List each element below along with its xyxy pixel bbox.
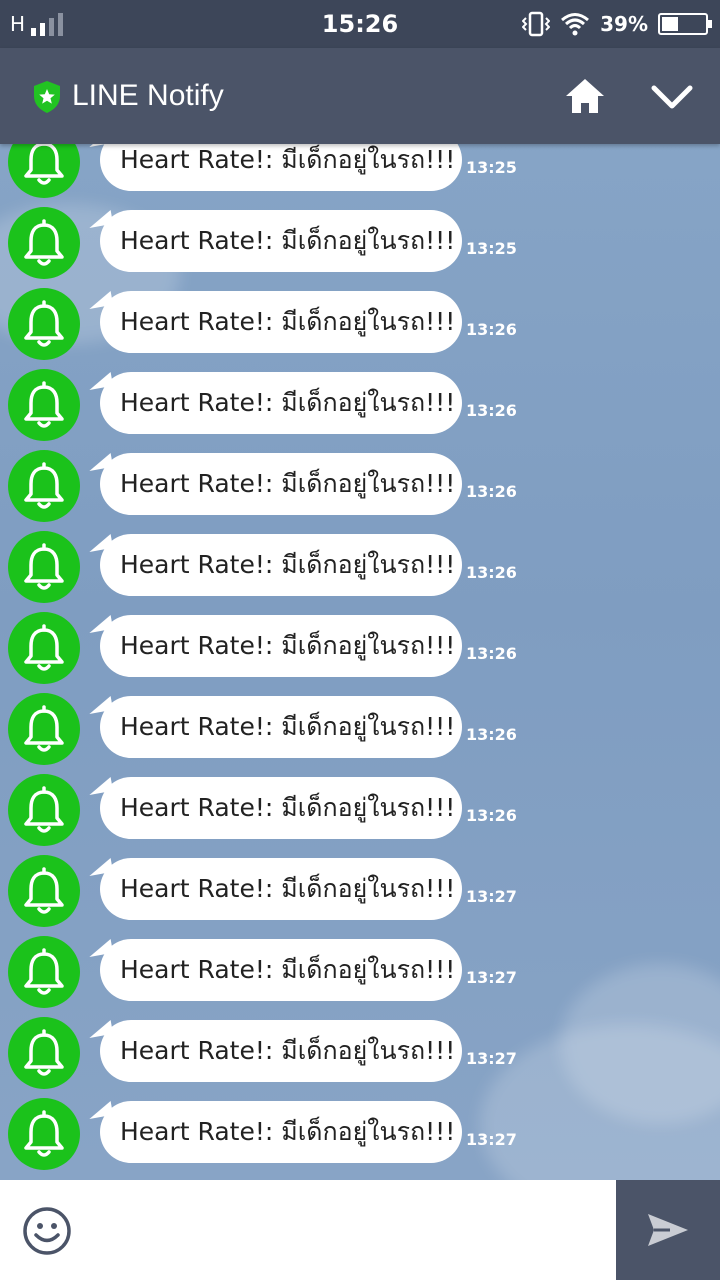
- chevron-down-icon[interactable]: [650, 82, 694, 112]
- message-timestamp: 13:25: [466, 158, 517, 177]
- message-row: Heart Rate!: มีเด็กอยู่ในรถ!!! 13:26: [0, 531, 720, 612]
- message-list[interactable]: Heart Rate!: มีเด็กอยู่ในรถ!!! 13:25 Heart…: [0, 144, 720, 1180]
- message-text: Heart Rate!: มีเด็กอยู่ในรถ!!!: [120, 1036, 456, 1065]
- message-row: Heart Rate!: มีเด็กอยู่ในรถ!!! 13:25: [0, 207, 720, 288]
- message-timestamp: 13:26: [466, 482, 517, 501]
- message-bubble[interactable]: Heart Rate!: มีเด็กอยู่ในรถ!!!: [100, 696, 462, 758]
- message-timestamp: 13:27: [466, 887, 517, 906]
- message-timestamp: 13:27: [466, 968, 517, 987]
- message-text: Heart Rate!: มีเด็กอยู่ในรถ!!!: [120, 874, 456, 903]
- home-icon[interactable]: [564, 76, 606, 116]
- bell-icon: [24, 867, 64, 914]
- bell-icon: [24, 144, 64, 185]
- message-row: Heart Rate!: มีเด็กอยู่ในรถ!!! 13:26: [0, 288, 720, 369]
- bot-avatar[interactable]: [8, 612, 80, 684]
- message-row: Heart Rate!: มีเด็กอยู่ในรถ!!! 13:26: [0, 693, 720, 774]
- message-timestamp: 13:27: [466, 1130, 517, 1149]
- message-row: Heart Rate!: มีเด็กอยู่ในรถ!!! 13:26: [0, 369, 720, 450]
- message-text: Heart Rate!: มีเด็กอยู่ในรถ!!!: [120, 631, 456, 660]
- message-timestamp: 13:26: [466, 644, 517, 663]
- bot-avatar[interactable]: [8, 369, 80, 441]
- message-text: Heart Rate!: มีเด็กอยู่ในรถ!!!: [120, 145, 456, 174]
- message-text: Heart Rate!: มีเด็กอยู่ในรถ!!!: [120, 226, 456, 255]
- emoji-icon[interactable]: [22, 1206, 72, 1256]
- bell-icon: [24, 462, 64, 509]
- message-timestamp: 13:26: [466, 725, 517, 744]
- message-bubble[interactable]: Heart Rate!: มีเด็กอยู่ในรถ!!!: [100, 777, 462, 839]
- send-button[interactable]: [616, 1180, 720, 1280]
- bot-avatar[interactable]: [8, 1017, 80, 1089]
- message-timestamp: 13:25: [466, 239, 517, 258]
- bell-icon: [24, 624, 64, 671]
- message-bubble[interactable]: Heart Rate!: มีเด็กอยู่ในรถ!!!: [100, 291, 462, 353]
- status-bar: H 15:26 39%: [0, 0, 720, 48]
- vibrate-icon: [522, 11, 551, 37]
- message-bubble[interactable]: Heart Rate!: มีเด็กอยู่ในรถ!!!: [100, 1020, 462, 1082]
- message-timestamp: 13:26: [466, 401, 517, 420]
- message-timestamp: 13:26: [466, 563, 517, 582]
- message-input-bar: [0, 1180, 720, 1280]
- bell-icon: [24, 219, 64, 266]
- message-bubble[interactable]: Heart Rate!: มีเด็กอยู่ในรถ!!!: [100, 939, 462, 1001]
- wifi-icon: [561, 13, 590, 36]
- chat-title: LINE Notify: [72, 79, 224, 112]
- battery-icon: [658, 13, 712, 35]
- message-row: Heart Rate!: มีเด็กอยู่ในรถ!!! 13:27: [0, 855, 720, 936]
- bot-avatar[interactable]: [8, 693, 80, 765]
- message-row: Heart Rate!: มีเด็กอยู่ในรถ!!! 13:27: [0, 936, 720, 1017]
- shield-star-icon: [34, 81, 60, 113]
- bot-avatar[interactable]: [8, 207, 80, 279]
- message-text: Heart Rate!: มีเด็กอยู่ในรถ!!!: [120, 712, 456, 741]
- message-bubble[interactable]: Heart Rate!: มีเด็กอยู่ในรถ!!!: [100, 144, 462, 191]
- message-timestamp: 13:26: [466, 806, 517, 825]
- bell-icon: [24, 705, 64, 752]
- message-text: Heart Rate!: มีเด็กอยู่ในรถ!!!: [120, 388, 456, 417]
- battery-percent: 39%: [600, 12, 648, 36]
- message-bubble[interactable]: Heart Rate!: มีเด็กอยู่ในรถ!!!: [100, 1101, 462, 1163]
- bell-icon: [24, 948, 64, 995]
- message-row: Heart Rate!: มีเด็กอยู่ในรถ!!! 13:26: [0, 774, 720, 855]
- message-row: Heart Rate!: มีเด็กอยู่ในรถ!!! 13:25: [0, 144, 720, 207]
- message-bubble[interactable]: Heart Rate!: มีเด็กอยู่ในรถ!!!: [100, 372, 462, 434]
- message-row: Heart Rate!: มีเด็กอยู่ในรถ!!! 13:26: [0, 612, 720, 693]
- bot-avatar[interactable]: [8, 774, 80, 846]
- bot-avatar[interactable]: [8, 144, 80, 198]
- message-row: Heart Rate!: มีเด็กอยู่ในรถ!!! 13:27: [0, 1098, 720, 1179]
- bot-avatar[interactable]: [8, 1098, 80, 1170]
- bot-avatar[interactable]: [8, 936, 80, 1008]
- message-timestamp: 13:27: [466, 1049, 517, 1068]
- message-text: Heart Rate!: มีเด็กอยู่ในรถ!!!: [120, 955, 456, 984]
- message-input[interactable]: [90, 1200, 600, 1260]
- message-text: Heart Rate!: มีเด็กอยู่ในรถ!!!: [120, 307, 456, 336]
- bell-icon: [24, 1029, 64, 1076]
- bell-icon: [24, 543, 64, 590]
- bot-avatar[interactable]: [8, 288, 80, 360]
- bot-avatar[interactable]: [8, 531, 80, 603]
- bell-icon: [24, 381, 64, 428]
- message-bubble[interactable]: Heart Rate!: มีเด็กอยู่ในรถ!!!: [100, 534, 462, 596]
- bot-avatar[interactable]: [8, 450, 80, 522]
- message-bubble[interactable]: Heart Rate!: มีเด็กอยู่ในรถ!!!: [100, 210, 462, 272]
- bot-avatar[interactable]: [8, 855, 80, 927]
- bell-icon: [24, 1110, 64, 1157]
- message-text: Heart Rate!: มีเด็กอยู่ในรถ!!!: [120, 793, 456, 822]
- send-icon: [648, 1214, 688, 1246]
- bell-icon: [24, 300, 64, 347]
- chat-header: LINE Notify: [0, 48, 720, 144]
- message-bubble[interactable]: Heart Rate!: มีเด็กอยู่ในรถ!!!: [100, 453, 462, 515]
- message-row: Heart Rate!: มีเด็กอยู่ในรถ!!! 13:27: [0, 1017, 720, 1098]
- message-text: Heart Rate!: มีเด็กอยู่ในรถ!!!: [120, 469, 456, 498]
- message-bubble[interactable]: Heart Rate!: มีเด็กอยู่ในรถ!!!: [100, 615, 462, 677]
- message-text: Heart Rate!: มีเด็กอยู่ในรถ!!!: [120, 1117, 456, 1146]
- message-bubble[interactable]: Heart Rate!: มีเด็กอยู่ในรถ!!!: [100, 858, 462, 920]
- message-row: Heart Rate!: มีเด็กอยู่ในรถ!!! 13:26: [0, 450, 720, 531]
- message-text: Heart Rate!: มีเด็กอยู่ในรถ!!!: [120, 550, 456, 579]
- bell-icon: [24, 786, 64, 833]
- message-timestamp: 13:26: [466, 320, 517, 339]
